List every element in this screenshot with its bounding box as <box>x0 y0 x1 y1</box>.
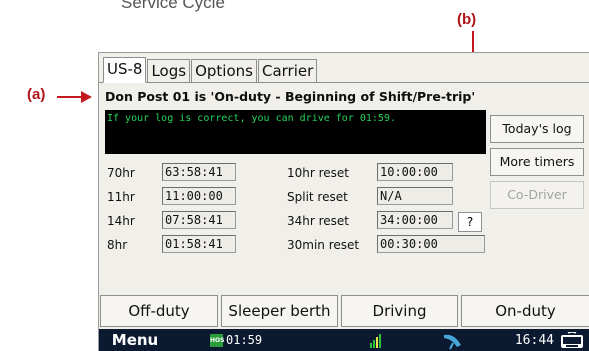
timer-11hr-label: 11hr <box>107 190 135 204</box>
duty-status-line: Don Post 01 is 'On-duty - Beginning of S… <box>105 89 476 104</box>
timer-30min-reset-label: 30min reset <box>287 238 360 252</box>
timer-10hr-reset-label: 10hr reset <box>287 166 350 180</box>
timer-split-reset-value: N/A <box>377 187 453 205</box>
menu-button[interactable]: Menu <box>99 329 171 351</box>
satellite-dish-icon <box>444 334 461 350</box>
timer-14hr-value: 07:58:41 <box>162 211 236 229</box>
tab-options[interactable]: Options <box>191 59 257 83</box>
duty-status-buttons: Off-duty Sleeper berth Driving On-duty <box>99 295 589 327</box>
drive-time-message: If your log is correct, you can drive fo… <box>107 113 396 124</box>
driving-button[interactable]: Driving <box>341 295 458 327</box>
todays-log-button[interactable]: Today's log <box>490 115 584 143</box>
tab-us-8[interactable]: US-8 <box>103 57 147 83</box>
callout-a-arrow-icon <box>81 91 92 103</box>
us-8-panel: Don Post 01 is 'On-duty - Beginning of S… <box>99 82 589 292</box>
clock: 16:44 <box>514 333 554 348</box>
timer-70hr-value: 63:58:41 <box>162 163 236 181</box>
timer-8hr-value: 01:58:41 <box>162 235 236 253</box>
timer-8hr-label: 8hr <box>107 238 128 252</box>
callout-b-label: (b) <box>457 11 477 28</box>
keyboard-icon[interactable] <box>560 332 584 349</box>
help-button[interactable]: ? <box>458 212 482 232</box>
timer-10hr-reset-value: 10:00:00 <box>377 163 453 181</box>
timer-70hr-label: 70hr <box>107 166 135 180</box>
hos-icon: HOS <box>210 334 224 347</box>
tab-logs[interactable]: Logs <box>147 59 191 83</box>
drive-time-display: If your log is correct, you can drive fo… <box>105 110 486 154</box>
on-duty-button[interactable]: On-duty <box>461 295 589 327</box>
co-driver-button[interactable]: Co-Driver <box>490 181 584 209</box>
timer-split-reset-label: Split reset <box>287 190 348 204</box>
callout-a-line <box>57 96 83 98</box>
callout-a-label: (a) <box>27 86 46 103</box>
timer-14hr-label: 14hr <box>107 214 135 228</box>
hos-time-remaining: 01:59 <box>226 333 263 347</box>
timer-34hr-reset-value: 34:00:00 <box>377 211 453 229</box>
sleeper-berth-button[interactable]: Sleeper berth <box>221 295 338 327</box>
timer-11hr-value: 11:00:00 <box>162 187 236 205</box>
signal-strength-icon <box>370 334 381 348</box>
timer-30min-reset-value: 00:30:00 <box>377 235 485 253</box>
tab-bar: US-8 Logs Options Carrier <box>103 57 318 83</box>
tab-carrier[interactable]: Carrier <box>257 59 318 83</box>
figure-caption: Service Cycle <box>121 0 225 12</box>
taskbar: Menu HOS 01:59 16:44 <box>99 329 589 351</box>
device-screen: US-8 Logs Options Carrier Don Post 01 is… <box>98 52 589 351</box>
off-duty-button[interactable]: Off-duty <box>100 295 218 327</box>
more-timers-button[interactable]: More timers <box>490 148 584 176</box>
timer-34hr-reset-label: 34hr reset <box>287 214 350 228</box>
